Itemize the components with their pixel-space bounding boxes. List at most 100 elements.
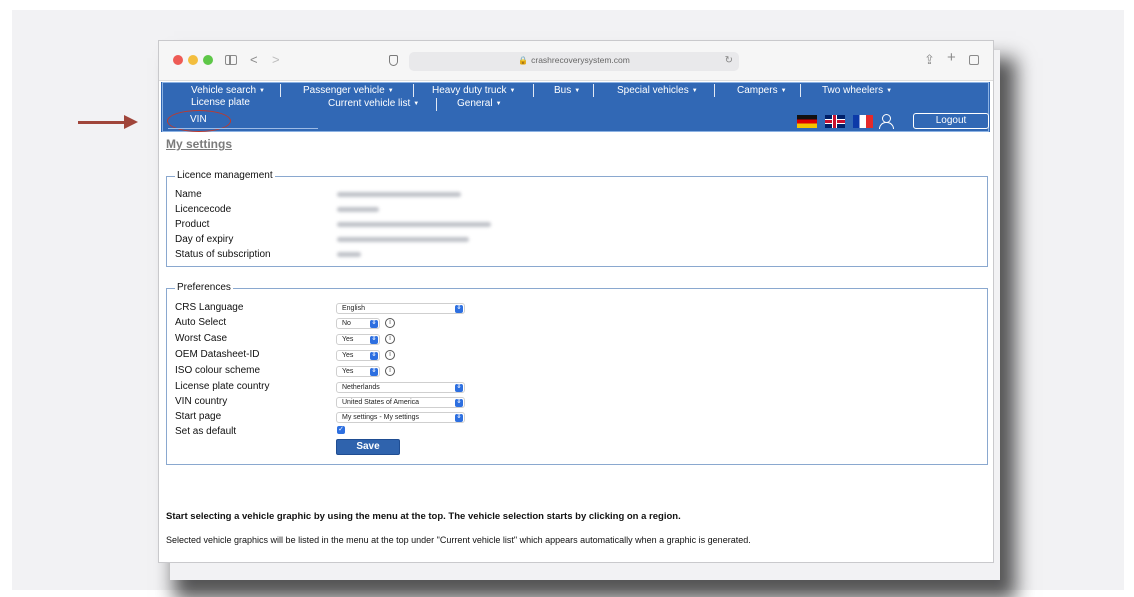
set-default-label: Set as default [175, 426, 237, 437]
annotation-arrow-icon [124, 115, 138, 129]
auto-select-info-icon[interactable]: i [385, 318, 395, 328]
oem-datasheet-select[interactable]: Yes [336, 350, 380, 361]
nav-separator [714, 84, 715, 97]
privacy-shield-icon[interactable] [389, 55, 398, 66]
iso-colour-value: Yes [342, 368, 354, 375]
nav-heavy-duty-truck[interactable]: Heavy duty truck ▼ [432, 85, 515, 97]
lock-icon: 🔒 [518, 56, 529, 65]
vin-country-select[interactable]: United States of America [336, 397, 465, 408]
browser-window: < > 🔒 crashrecoverysystem.com ↻ ⇪ + Vehic… [158, 40, 994, 563]
set-default-checkbox[interactable]: ✓ [337, 426, 345, 434]
start-page-value: My settings - My settings [342, 414, 420, 421]
select-arrow-icon [370, 318, 378, 328]
preferences-legend: Preferences [175, 282, 233, 293]
licence-code-value-blurred [337, 207, 379, 212]
select-arrow-icon [370, 366, 378, 376]
licence-legend: Licence management [175, 170, 275, 181]
nav-general[interactable]: General ▼ [457, 98, 502, 110]
select-arrow-icon [455, 397, 463, 407]
licence-expiry-value-blurred [337, 237, 469, 242]
nav-passenger-vehicle[interactable]: Passenger vehicle ▼ [303, 85, 394, 97]
back-arrow-icon[interactable]: < [250, 52, 258, 68]
licence-management-section: Licence management Name Licencecode Prod… [166, 170, 988, 267]
license-plate-country-value: Netherlands [342, 384, 380, 391]
fullscreen-window-icon[interactable] [203, 55, 213, 65]
oem-datasheet-value: Yes [342, 352, 354, 359]
select-arrow-icon [370, 334, 378, 344]
browser-toolbar: < > 🔒 crashrecoverysystem.com ↻ ⇪ + [159, 41, 993, 81]
nav-separator [593, 84, 594, 97]
crs-language-select[interactable]: English [336, 303, 465, 314]
instruction-text: Selected vehicle graphics will be listed… [166, 535, 751, 545]
reload-icon[interactable]: ↻ [725, 55, 733, 66]
select-arrow-icon [370, 350, 378, 360]
select-arrow-icon [455, 412, 463, 422]
logout-button[interactable]: Logout [913, 113, 989, 129]
save-button[interactable]: Save [336, 439, 400, 455]
licence-product-label: Product [175, 219, 210, 230]
share-icon[interactable]: ⇪ [924, 52, 935, 68]
vin-country-value: United States of America [342, 399, 420, 406]
nav-vehicle-search[interactable]: Vehicle search ▼ [191, 85, 265, 97]
nav-separator [533, 84, 534, 97]
vin-submenu-underline [168, 128, 318, 129]
address-bar[interactable]: 🔒 crashrecoverysystem.com ↻ [409, 52, 739, 71]
new-tab-icon[interactable]: + [947, 50, 956, 66]
nav-license-plate[interactable]: License plate [191, 97, 250, 109]
main-content: My settings Licence management Name Lice… [159, 133, 993, 562]
french-flag-icon[interactable] [853, 115, 873, 128]
nav-two-wheelers[interactable]: Two wheelers ▼ [822, 85, 892, 97]
licence-name-label: Name [175, 189, 202, 200]
instruction-heading: Start selecting a vehicle graphic by usi… [166, 511, 681, 522]
auto-select-value: No [342, 320, 351, 327]
address-bar-text: 🔒 crashrecoverysystem.com [409, 55, 739, 65]
start-page-select[interactable]: My settings - My settings [336, 412, 465, 423]
oem-datasheet-info-icon[interactable]: i [385, 350, 395, 360]
sidebar-toggle-icon[interactable] [225, 55, 237, 65]
iso-colour-label: ISO colour scheme [175, 365, 261, 376]
nav-campers[interactable]: Campers ▼ [737, 85, 787, 97]
worst-case-info-icon[interactable]: i [385, 334, 395, 344]
crs-language-label: CRS Language [175, 302, 244, 313]
preferences-section: Preferences CRS Language English Auto Se… [166, 282, 988, 465]
nav-special-vehicles[interactable]: Special vehicles ▼ [617, 85, 698, 97]
nav-separator [280, 84, 281, 97]
url-text: crashrecoverysystem.com [531, 55, 630, 65]
nav-separator [800, 84, 801, 97]
site-navbar: Vehicle search ▼ Passenger vehicle ▼ Heavy… [161, 82, 990, 132]
nav-bus[interactable]: Bus ▼ [554, 85, 580, 97]
uk-flag-icon[interactable] [825, 115, 845, 128]
licence-expiry-label: Day of expiry [175, 234, 234, 245]
licence-status-value-blurred [337, 252, 361, 257]
german-flag-icon[interactable] [797, 115, 817, 128]
licence-product-value-blurred [337, 222, 491, 227]
licence-name-value-blurred [337, 192, 461, 197]
crs-language-value: English [342, 305, 365, 312]
nav-current-vehicle-list[interactable]: Current vehicle list ▼ [328, 98, 419, 110]
annotation-arrow-shaft [78, 121, 126, 124]
auto-select-select[interactable]: No [336, 318, 380, 329]
minimize-window-icon[interactable] [188, 55, 198, 65]
license-plate-country-label: License plate country [175, 381, 270, 392]
iso-colour-select[interactable]: Yes [336, 366, 380, 377]
select-arrow-icon [455, 303, 463, 313]
licence-status-label: Status of subscription [175, 249, 271, 260]
licence-code-label: Licencecode [175, 204, 232, 215]
license-plate-country-select[interactable]: Netherlands [336, 382, 465, 393]
forward-arrow-icon[interactable]: > [272, 52, 280, 68]
select-arrow-icon [455, 382, 463, 392]
oem-datasheet-label: OEM Datasheet-ID [175, 349, 260, 360]
worst-case-value: Yes [342, 336, 354, 343]
nav-separator [436, 98, 437, 111]
iso-colour-info-icon[interactable]: i [385, 366, 395, 376]
page-title[interactable]: My settings [166, 137, 232, 151]
worst-case-select[interactable]: Yes [336, 334, 380, 345]
start-page-label: Start page [175, 411, 222, 422]
vin-country-label: VIN country [175, 396, 228, 407]
tab-overview-icon[interactable] [969, 55, 979, 65]
worst-case-label: Worst Case [175, 333, 228, 344]
auto-select-label: Auto Select [175, 317, 227, 328]
nav-separator [413, 84, 414, 97]
user-icon[interactable] [879, 114, 894, 129]
close-window-icon[interactable] [173, 55, 183, 65]
